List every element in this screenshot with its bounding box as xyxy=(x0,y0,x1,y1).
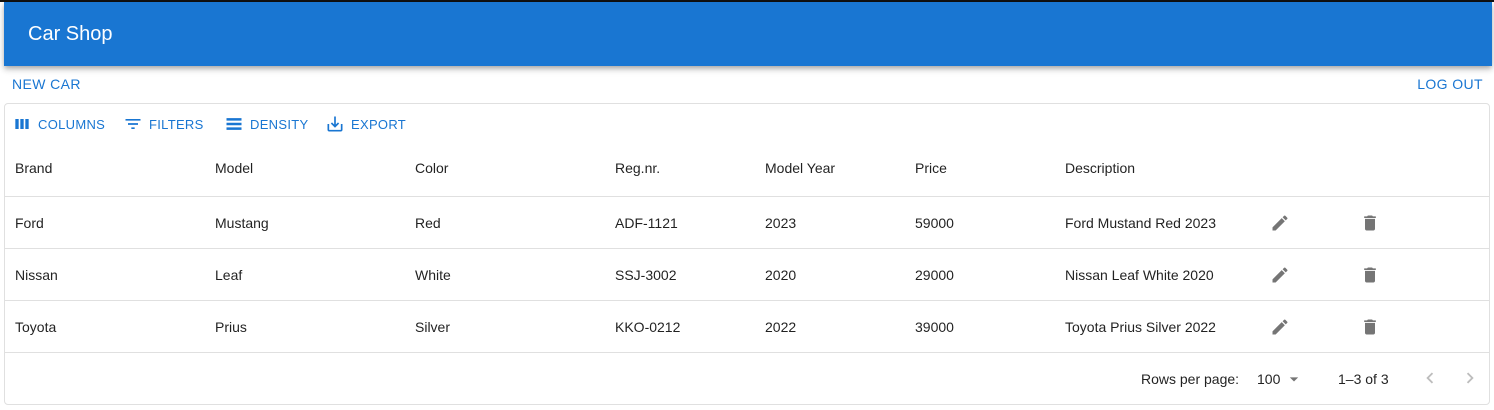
next-page-button[interactable] xyxy=(1459,367,1483,391)
chevron-left-icon xyxy=(1426,372,1434,384)
columns-button[interactable]: Columns xyxy=(12,112,105,136)
column-header-model-year[interactable]: Model Year xyxy=(765,140,835,196)
app-bar: Car Shop xyxy=(4,2,1492,66)
columns-label: Columns xyxy=(38,116,106,132)
table-header-row: Brand Model Color Reg.nr. Model Year Pri… xyxy=(5,140,1489,197)
export-label: Export xyxy=(351,116,407,132)
rows-per-page-label: Rows per page: xyxy=(1141,371,1240,387)
cell-brand: Toyota xyxy=(15,319,57,335)
column-header-description[interactable]: Description xyxy=(1065,140,1135,196)
cell-model-year: 2020 xyxy=(765,267,797,283)
new-car-button[interactable]: New Car xyxy=(12,74,81,94)
edit-icon xyxy=(1272,267,1288,283)
delete-button[interactable] xyxy=(1358,263,1382,287)
cell-regnr: KKO-0212 xyxy=(615,319,681,335)
cell-brand: Nissan xyxy=(15,267,58,283)
delete-button[interactable] xyxy=(1358,315,1382,339)
table-row[interactable]: Toyota Prius Silver KKO-0212 2022 39000 … xyxy=(5,301,1489,353)
delete-icon xyxy=(1364,319,1376,335)
cell-regnr: ADF-1121 xyxy=(615,215,678,231)
column-header-color[interactable]: Color xyxy=(415,140,448,196)
cell-color: Red xyxy=(415,215,441,231)
edit-button[interactable] xyxy=(1268,211,1292,235)
rows-per-page-value: 100 xyxy=(1257,371,1281,387)
app-title: Car Shop xyxy=(28,23,113,45)
delete-icon xyxy=(1364,267,1376,283)
filters-button[interactable]: Filters xyxy=(123,112,204,136)
cell-price: 39000 xyxy=(915,319,954,335)
cell-color: Silver xyxy=(415,319,451,335)
edit-button[interactable] xyxy=(1268,263,1292,287)
rows-per-page-select[interactable]: 100 xyxy=(1257,353,1304,405)
export-icon xyxy=(327,116,343,132)
column-header-model[interactable]: Model xyxy=(215,140,253,196)
cell-description: Nissan Leaf White 2020 xyxy=(1065,267,1214,283)
cell-description: Ford Mustand Red 2023 xyxy=(1065,215,1216,231)
table-footer: Rows per page: 100 1–3 of 3 xyxy=(5,353,1489,405)
density-button[interactable]: Density xyxy=(224,112,308,136)
cell-color: White xyxy=(415,267,451,283)
filters-label: Filters xyxy=(149,116,204,132)
table-row[interactable]: Nissan Leaf White SSJ-3002 2020 29000 Ni… xyxy=(5,249,1489,301)
edit-button[interactable] xyxy=(1268,315,1292,339)
density-icon xyxy=(226,118,242,130)
cell-brand: Ford xyxy=(15,215,44,231)
chevron-down-icon xyxy=(1290,377,1299,382)
column-header-brand[interactable]: Brand xyxy=(15,140,52,196)
cell-price: 59000 xyxy=(915,215,954,231)
cell-regnr: SSJ-3002 xyxy=(615,267,677,283)
column-header-price[interactable]: Price xyxy=(915,140,947,196)
table-row[interactable]: Ford Mustang Red ADF-1121 2023 59000 For… xyxy=(5,197,1489,249)
pagination-range: 1–3 of 3 xyxy=(1338,371,1389,387)
density-label: Density xyxy=(250,116,309,132)
cell-model: Leaf xyxy=(215,267,243,283)
edit-icon xyxy=(1272,319,1288,335)
previous-page-button[interactable] xyxy=(1419,367,1443,391)
cell-model-year: 2023 xyxy=(765,215,797,231)
edit-icon xyxy=(1272,215,1288,231)
cell-model: Prius xyxy=(215,319,247,335)
filter-icon xyxy=(125,119,141,129)
cell-description: Toyota Prius Silver 2022 xyxy=(1065,319,1216,335)
delete-icon xyxy=(1364,215,1376,231)
cell-model-year: 2022 xyxy=(765,319,797,335)
column-header-regnr[interactable]: Reg.nr. xyxy=(615,140,660,196)
cell-model: Mustang xyxy=(215,215,269,231)
chevron-right-icon xyxy=(1466,372,1474,384)
export-button[interactable]: Export xyxy=(325,112,406,136)
log-out-button[interactable]: Log out xyxy=(1417,74,1483,94)
grid-toolbar: Columns Filters Density Export xyxy=(5,112,1489,136)
car-data-grid: Columns Filters Density Export Brand Mod… xyxy=(4,103,1490,405)
columns-icon xyxy=(15,119,29,129)
delete-button[interactable] xyxy=(1358,211,1382,235)
cell-price: 29000 xyxy=(915,267,954,283)
